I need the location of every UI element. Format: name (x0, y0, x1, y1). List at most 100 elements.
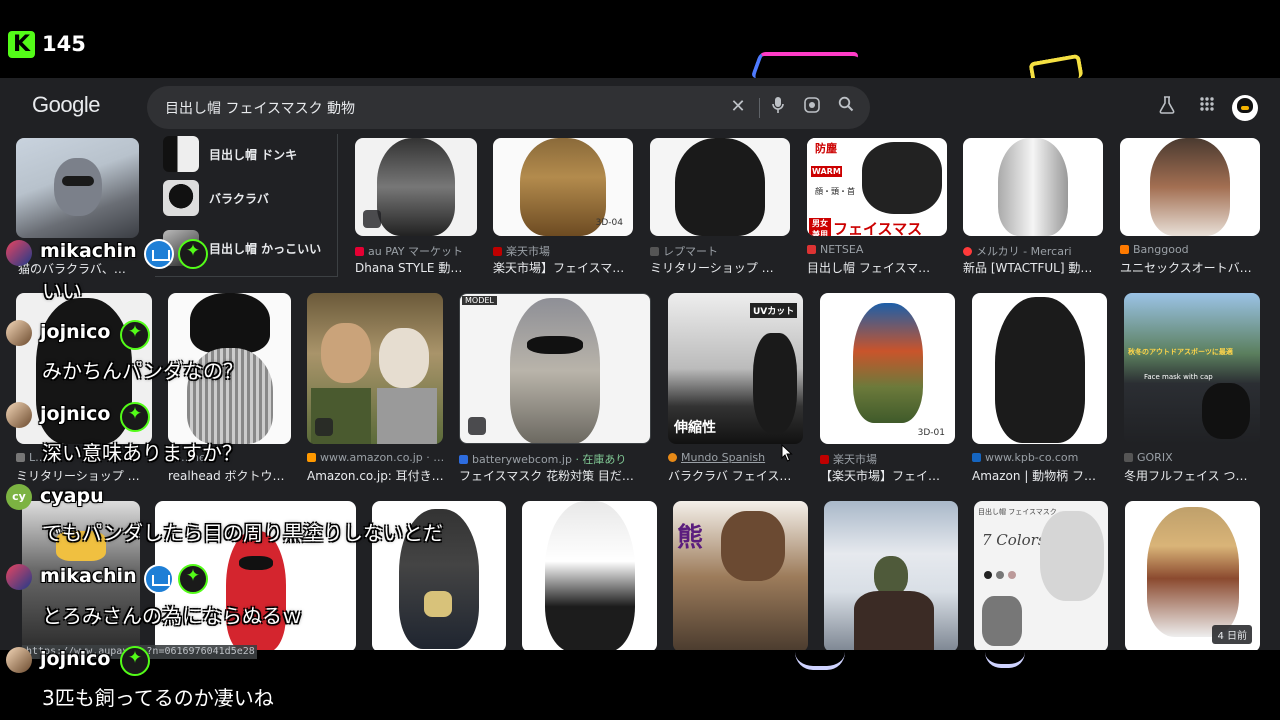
stream-stage: K 145 Google 目出し帽 フェイスマスク 動物 ✕ 目出し帽 ドンキ … (0, 0, 1280, 720)
result-thumbnail[interactable] (522, 501, 657, 650)
related-search-thumb (163, 180, 199, 216)
google-topbar: Google 目出し帽 フェイスマスク 動物 ✕ (0, 78, 1280, 136)
image-caption: 3D-04 (595, 218, 623, 228)
image-caption: MODEL (462, 296, 497, 305)
related-search-label: バラクラバ (209, 192, 269, 206)
result-thumbnail[interactable] (824, 501, 958, 650)
result-source: www.amazon.co.jp · … (307, 451, 443, 464)
result-thumbnail[interactable] (307, 293, 443, 444)
related-search-item[interactable]: 目出し帽 かっこいい (163, 228, 333, 266)
result-thumbnail[interactable]: 防塵 WARM 顔・頭・首 男女兼用 フェイスマス (807, 138, 947, 236)
result-thumbnail[interactable] (22, 501, 140, 650)
result-source: GORIX (1124, 451, 1260, 464)
related-search-thumb (163, 230, 199, 266)
result-source: レプマート (650, 243, 790, 259)
suggestion-caption: 猫のバラクラバ、… (18, 262, 126, 276)
result-title[interactable]: Amazon | 動物柄 フ… (972, 467, 1107, 484)
result-source: L… (16, 451, 152, 464)
result-thumbnail[interactable] (972, 293, 1107, 444)
result-title[interactable]: バラクラバ フェイス… (668, 467, 803, 484)
search-box[interactable]: 目出し帽 フェイスマスク 動物 ✕ (147, 86, 870, 129)
suggestion-thumbnail[interactable] (16, 138, 139, 238)
result-source: NETSEA (807, 243, 947, 256)
browser-window: Google 目出し帽 フェイスマスク 動物 ✕ 目出し帽 ドンキ バラクラバ … (0, 78, 1280, 650)
result-title[interactable]: Dhana STYLE 動… (355, 259, 477, 276)
result-thumbnail[interactable]: 4 日前 (1125, 501, 1260, 650)
product-badge-icon (315, 418, 333, 436)
result-thumbnail[interactable] (650, 138, 790, 236)
result-title[interactable]: フェイスマスク 花粉対策 目だ… (459, 467, 651, 484)
related-searches-panel: 目出し帽 ドンキ バラクラバ 目出し帽 かっこいい (155, 134, 338, 277)
result-thumbnail[interactable]: 3D-04 (493, 138, 633, 236)
related-search-label: 目出し帽 ドンキ (209, 148, 298, 162)
image-caption: フェイスマス (833, 220, 923, 236)
result-thumbnail[interactable]: 秋冬のアウトドアスポーツに最適 Face mask with cap (1124, 293, 1260, 444)
neon-decoration-icon (750, 52, 860, 78)
result-title[interactable]: 楽天市場】フェイスマ… (493, 259, 633, 276)
related-search-item[interactable]: 目出し帽 ドンキ (163, 134, 333, 172)
image-caption: 7 Colors (982, 531, 1046, 549)
result-source: 楽天市場 (493, 243, 633, 259)
result-source: …ner (168, 451, 291, 464)
kick-logo-icon: K (8, 31, 35, 58)
result-source: batterywebcom.jp · 在庫あり (459, 451, 651, 467)
result-title[interactable]: ミリタリーショップ … (16, 467, 152, 484)
related-search-item[interactable]: バラクラバ (163, 178, 333, 216)
result-source: au PAY マーケット (355, 243, 477, 259)
result-thumbnail[interactable] (372, 501, 506, 650)
image-caption: UVカット (750, 303, 798, 318)
mic-icon[interactable] (767, 96, 789, 118)
search-icon[interactable] (835, 96, 857, 118)
apps-icon[interactable] (1196, 96, 1218, 118)
account-avatar[interactable] (1232, 95, 1258, 121)
image-caption: 秋冬のアウトドアスポーツに最適 (1128, 348, 1233, 356)
image-caption: 防塵 (815, 142, 837, 155)
result-thumbnail[interactable]: 3D-01 (820, 293, 955, 444)
image-caption: 目出し帽 フェイスマスク (978, 508, 1057, 516)
result-thumbnail[interactable]: 熊 (673, 501, 808, 650)
image-caption: 3D-01 (917, 428, 945, 438)
result-title[interactable]: ユニセックスオートバ… (1120, 259, 1260, 276)
search-divider (759, 98, 760, 118)
result-title[interactable]: 目出し帽 フェイスマ… (807, 259, 947, 276)
result-title[interactable]: 冬用フルフェイス つ… (1124, 467, 1260, 484)
google-logo[interactable]: Google (32, 92, 100, 118)
image-caption: WARM (811, 166, 842, 177)
stream-bottom-strip (0, 650, 1280, 720)
age-badge: 4 日前 (1212, 625, 1252, 644)
related-search-thumb (163, 136, 199, 172)
result-thumbnail[interactable] (16, 293, 152, 444)
result-thumbnail[interactable]: UVカット 伸縮性 (668, 293, 803, 444)
product-badge-icon (363, 210, 381, 228)
result-source: メルカリ - Mercari (963, 243, 1103, 259)
image-caption: Face mask with cap (1144, 373, 1213, 381)
search-input[interactable]: 目出し帽 フェイスマスク 動物 (165, 98, 355, 118)
result-title[interactable]: ミリタリーショップ … (650, 259, 790, 276)
result-title[interactable]: 新品 [WTACTFUL] 動… (963, 259, 1103, 276)
result-thumbnail[interactable] (1120, 138, 1260, 236)
status-url-strip: https://www.aupay...?n=0616976041d5e28 (22, 645, 257, 659)
viewer-count: 145 (42, 32, 86, 56)
mouse-cursor-icon (781, 443, 793, 466)
result-thumbnail[interactable] (355, 138, 477, 236)
result-thumbnail[interactable] (168, 293, 291, 444)
lens-icon[interactable] (801, 96, 823, 118)
result-thumbnail[interactable] (963, 138, 1103, 236)
result-source: Banggood (1120, 243, 1260, 256)
image-caption: 顔・頭・首 (815, 187, 855, 196)
result-source: www.kpb-co.com (972, 451, 1107, 464)
result-title[interactable]: realhead ボクトウ… (168, 467, 291, 484)
product-badge-icon (468, 417, 486, 435)
image-caption: 伸縮性 (674, 420, 716, 436)
labs-icon[interactable] (1156, 96, 1178, 118)
clear-icon[interactable]: ✕ (727, 96, 749, 118)
image-caption: 男女兼用 (809, 218, 831, 236)
result-title[interactable]: Amazon.co.jp: 耳付き… (307, 467, 443, 484)
result-thumbnail[interactable]: MODEL (459, 293, 651, 444)
image-caption: 熊 (677, 523, 704, 553)
result-thumbnail[interactable]: 目出し帽 フェイスマスク 7 Colors (974, 501, 1108, 650)
result-title[interactable]: 【楽天市場】フェイ… (820, 467, 955, 484)
related-search-label: 目出し帽 かっこいい (209, 242, 322, 256)
result-thumbnail[interactable] (155, 501, 356, 650)
result-source: 楽天市場 (820, 451, 955, 467)
